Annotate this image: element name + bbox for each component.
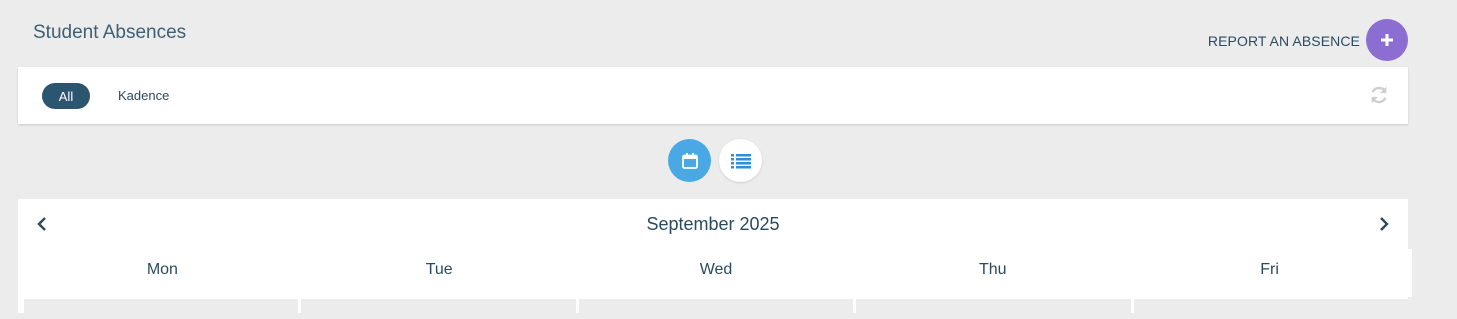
- calendar-edge: [1408, 249, 1412, 297]
- calendar-day-cell[interactable]: [24, 299, 299, 319]
- filter-all-button[interactable]: All: [42, 83, 90, 109]
- chevron-right-icon[interactable]: [1376, 216, 1392, 232]
- view-toggle: [668, 139, 762, 182]
- filter-student-button[interactable]: Kadence: [118, 88, 169, 103]
- page-title: Student Absences: [33, 22, 187, 43]
- calendar-day-cell[interactable]: [856, 299, 1131, 319]
- weekday-label: Tue: [425, 261, 453, 278]
- list-icon: [730, 153, 751, 168]
- weekday-header-row: Mon Tue Wed Thu Fri: [24, 261, 1408, 279]
- calendar-day-cell[interactable]: [1133, 299, 1409, 319]
- calendar-day-cell[interactable]: [301, 299, 576, 319]
- calendar-icon: [681, 152, 698, 169]
- report-absence-action[interactable]: REPORT AN ABSENCE: [1208, 19, 1408, 61]
- calendar-month-label: September 2025: [646, 214, 780, 234]
- weekday-label: Mon: [146, 261, 178, 278]
- refresh-icon[interactable]: [1368, 84, 1390, 106]
- absence-calendar: September 2025 Mon Tue Wed Thu Fri: [18, 199, 1409, 319]
- list-view-button[interactable]: [719, 139, 762, 182]
- weekday-label: Fri: [1260, 261, 1279, 278]
- plus-icon: [1381, 34, 1393, 46]
- weekday-label: Thu: [979, 261, 1007, 278]
- report-absence-button[interactable]: [1366, 19, 1408, 61]
- weekday-label: Wed: [699, 261, 733, 278]
- calendar-view-button[interactable]: [668, 139, 711, 182]
- calendar-day-row: [24, 299, 1409, 319]
- calendar-day-cell[interactable]: [578, 299, 854, 319]
- report-absence-label[interactable]: REPORT AN ABSENCE: [1208, 33, 1360, 49]
- student-filter-bar: All Kadence: [18, 67, 1408, 124]
